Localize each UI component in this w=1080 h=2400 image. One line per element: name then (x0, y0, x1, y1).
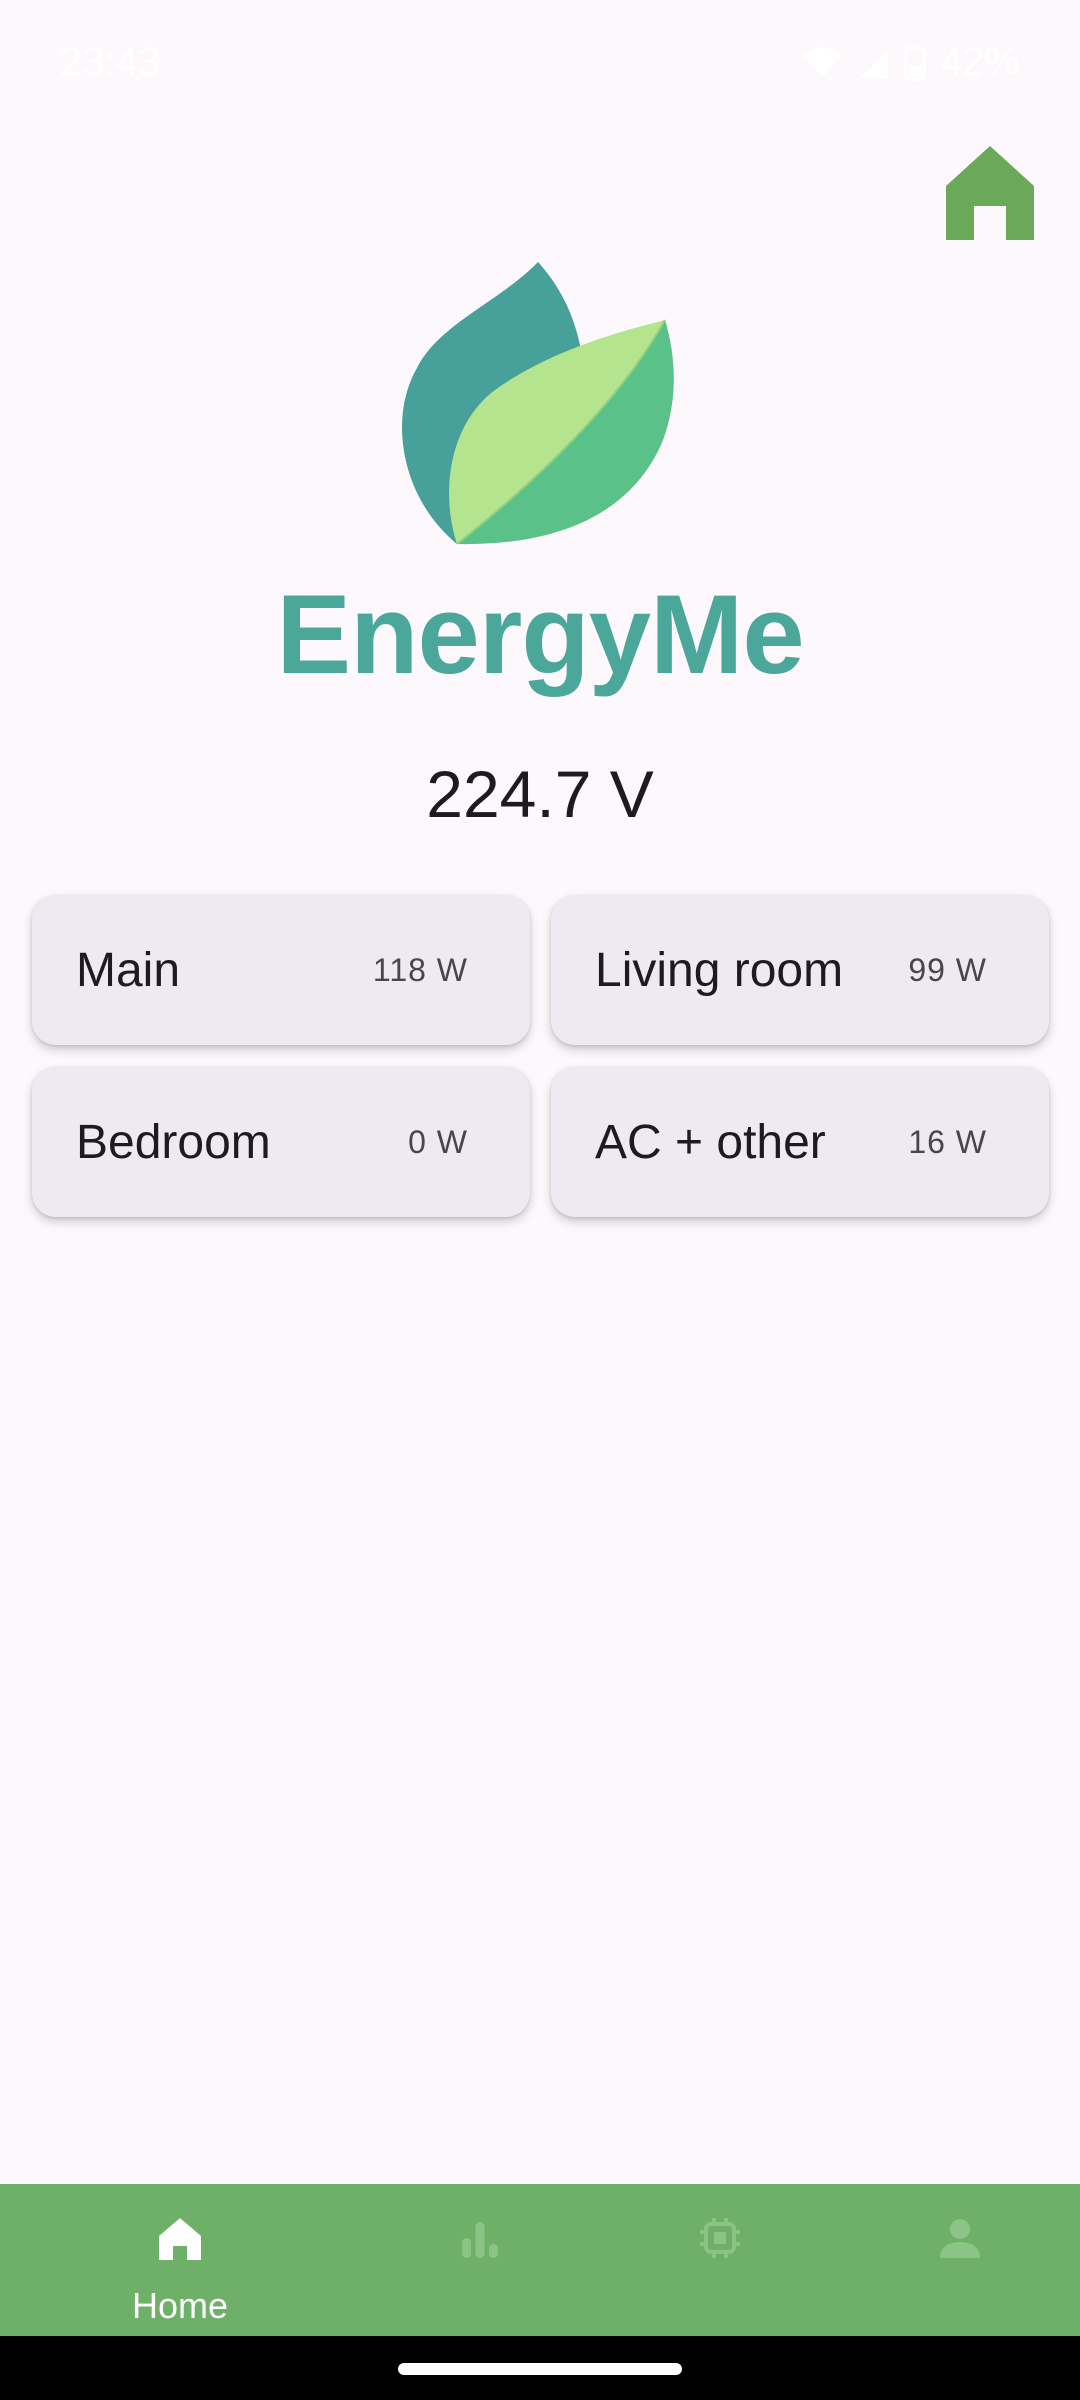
battery-percentage: 42% (939, 40, 1020, 84)
channel-card-main[interactable]: Main 118 W (32, 895, 530, 1045)
leaf-logo (402, 262, 674, 545)
channel-name: Main (76, 943, 181, 997)
channel-power: 0 W (408, 1123, 468, 1160)
channel-power: 99 W (908, 951, 987, 988)
channel-name: Living room (595, 943, 844, 997)
home-icon[interactable] (944, 142, 1036, 242)
app-name: EnergyMe (276, 572, 804, 697)
chip-icon (700, 2218, 740, 2258)
signal-icon (859, 48, 889, 78)
channel-card-living-room[interactable]: Living room 99 W (551, 895, 1049, 1045)
gesture-handle[interactable] (398, 2363, 682, 2375)
person-icon (940, 2219, 980, 2258)
nav-device[interactable] (600, 2184, 840, 2336)
channel-card-bedroom[interactable]: Bedroom 0 W (32, 1067, 530, 1217)
nav-home[interactable]: Home (60, 2184, 300, 2336)
wifi-icon (801, 46, 842, 78)
bottom-navigation: Home (0, 2184, 1080, 2336)
battery-icon (904, 44, 926, 81)
status-icons: 42% (801, 40, 1020, 85)
channel-name: AC + other (595, 1115, 826, 1169)
nav-statistics[interactable] (360, 2184, 600, 2336)
nav-profile[interactable] (840, 2184, 1080, 2336)
home-icon (159, 2218, 201, 2260)
channel-card-ac-other[interactable]: AC + other 16 W (551, 1067, 1049, 1217)
channel-power: 16 W (908, 1123, 987, 1160)
channel-name: Bedroom (76, 1115, 271, 1169)
status-bar: 23:43 42% (0, 0, 1080, 130)
nav-label-home: Home (131, 2285, 229, 2326)
voltage-reading: 224.7 V (426, 757, 654, 831)
status-time: 23:43 (60, 40, 161, 84)
channel-power: 118 W (372, 951, 468, 988)
bar-chart-icon (462, 2222, 498, 2258)
